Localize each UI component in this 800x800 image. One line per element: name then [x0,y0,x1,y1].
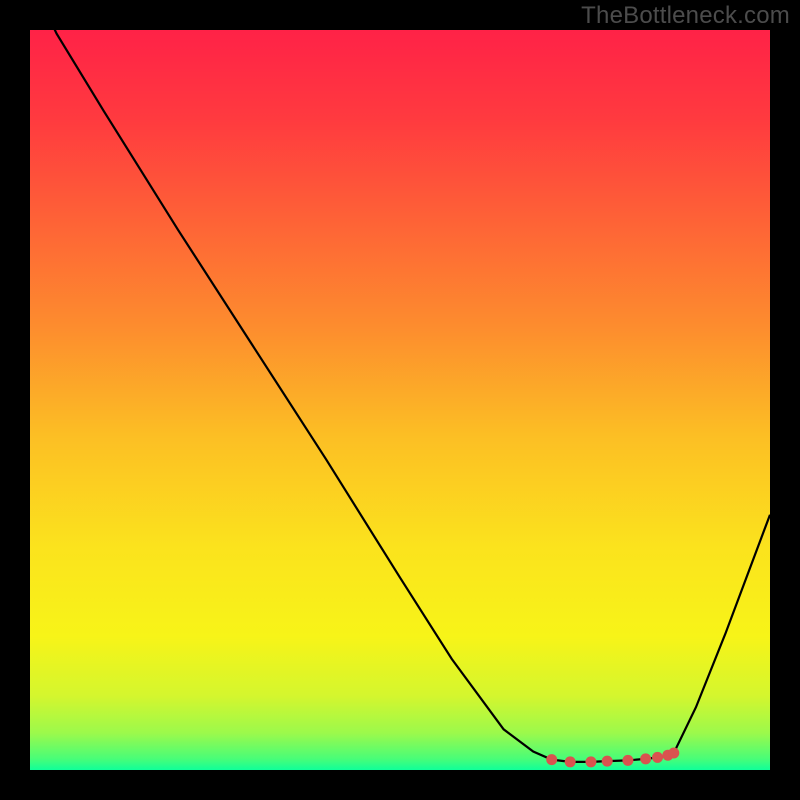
optimal-marker [546,754,557,765]
bottleneck-chart [0,0,800,800]
optimal-marker [622,755,633,766]
optimal-marker [652,752,663,763]
chart-frame: TheBottleneck.com [0,0,800,800]
optimal-marker [565,756,576,767]
gradient-background [30,30,770,770]
optimal-marker [640,753,651,764]
optimal-marker [668,747,679,758]
optimal-marker [585,756,596,767]
optimal-marker [602,756,613,767]
